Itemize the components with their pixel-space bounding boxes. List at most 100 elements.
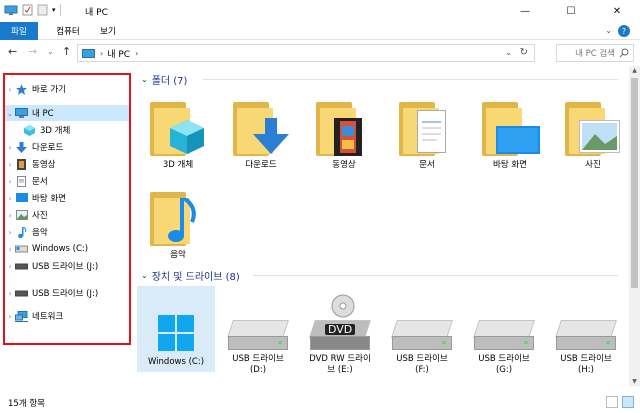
search-input[interactable]: 내 PC 검색 [556, 44, 634, 62]
up-button[interactable]: ↑ [62, 45, 71, 58]
drive-tile-windows-c[interactable]: Windows (C:) [137, 286, 215, 372]
usb-drive-icon [15, 261, 28, 272]
expand-ribbon-icon[interactable]: ⌄ [605, 26, 612, 35]
breadcrumb[interactable]: 내 PC [107, 47, 130, 60]
drive-tile-usb-f[interactable]: USB 드라이브 (F:) [383, 286, 461, 376]
close-button[interactable]: ✕ [594, 0, 640, 22]
chevron-right-icon[interactable]: › [5, 312, 15, 321]
content-scrollbar[interactable]: ▲ ▼ [629, 66, 640, 386]
address-dropdown-icon[interactable]: ⌄ [505, 48, 512, 57]
scrollbar-thumb[interactable] [631, 78, 638, 288]
scroll-up-icon[interactable]: ▲ [629, 67, 640, 74]
refresh-icon[interactable]: ↻ [520, 47, 528, 58]
breadcrumb-separator-icon[interactable]: › [135, 49, 138, 58]
chevron-right-icon[interactable]: › [5, 245, 15, 254]
folder-tile-music[interactable]: 음악 [139, 184, 217, 261]
sidebar-item-pictures[interactable]: › 사진 [5, 207, 129, 223]
title-bar: ▾ 내 PC — ☐ ✕ [0, 0, 640, 22]
folder-icon [563, 100, 623, 156]
minimize-button[interactable]: — [502, 0, 548, 22]
tile-label: 다운로드 [245, 160, 277, 170]
folder-icon [480, 100, 540, 156]
chevron-right-icon[interactable]: › [5, 143, 15, 152]
sidebar-item-label: Windows (C:) [32, 244, 89, 254]
tab-view[interactable]: 보기 [92, 22, 124, 40]
forward-button[interactable]: → [28, 45, 37, 58]
status-bar: 15개 항목 [0, 392, 640, 413]
folder-tile-desktop[interactable]: 바탕 화면 [471, 94, 549, 171]
folder-tile-downloads[interactable]: 다운로드 [222, 94, 300, 171]
sidebar-item-windows-c[interactable]: › Windows (C:) [5, 241, 129, 257]
recent-locations-button[interactable]: ⌄ [47, 47, 54, 56]
sidebar-item-label: 다운로드 [32, 143, 64, 153]
sidebar-item-quick-access[interactable]: › 바로 가기 [5, 81, 129, 97]
sidebar-item-label: 네트워크 [32, 312, 64, 322]
pc-icon [4, 5, 18, 15]
chevron-right-icon[interactable]: › [5, 211, 15, 220]
tile-label: 3D 개체 [162, 160, 194, 170]
tab-computer[interactable]: 컴퓨터 [48, 22, 88, 40]
sidebar-item-documents[interactable]: › 문서 [5, 173, 129, 189]
document-icon [15, 175, 28, 187]
tab-file[interactable]: 파일 [0, 22, 38, 40]
tile-label: USB 드라이브 (G:) [478, 354, 530, 375]
sidebar-item-this-pc[interactable]: ⌄ 내 PC [5, 105, 129, 121]
folders-group-header[interactable]: ⌄ 폴더 (7) [141, 72, 621, 87]
folder-tile-videos[interactable]: 동영상 [305, 94, 383, 171]
sidebar-item-label: 음악 [32, 228, 48, 238]
chevron-right-icon[interactable]: › [5, 289, 15, 298]
download-icon [15, 141, 28, 153]
chevron-right-icon[interactable]: › [5, 85, 15, 94]
windows-logo-icon [158, 315, 194, 351]
folder-icon [231, 100, 291, 156]
chevron-right-icon[interactable]: › [5, 160, 15, 169]
download-icon [253, 118, 289, 154]
maximize-button[interactable]: ☐ [548, 0, 594, 22]
drives-group-header[interactable]: ⌄ 장치 및 드라이브 (8) [141, 268, 621, 283]
chevron-right-icon[interactable]: › [5, 228, 15, 237]
large-icons-view-icon[interactable] [622, 396, 634, 408]
chevron-down-icon[interactable]: ⌄ [141, 271, 148, 280]
sidebar-item-desktop[interactable]: › 바탕 화면 [5, 190, 129, 206]
folder-tile-documents[interactable]: 문서 [388, 94, 466, 171]
details-view-icon[interactable] [606, 396, 618, 408]
sidebar-item-3d-objects[interactable]: 3D 개체 [5, 122, 129, 138]
item-count: 15개 항목 [8, 399, 45, 409]
chevron-right-icon[interactable]: › [5, 262, 15, 271]
folder-icon [148, 190, 208, 246]
sidebar-item-usb-j-root[interactable]: › USB 드라이브 (J:) [5, 285, 129, 301]
chevron-right-icon[interactable]: › [5, 194, 15, 203]
address-bar[interactable]: › 내 PC › ⌄ ↻ [77, 44, 535, 62]
new-folder-icon[interactable] [37, 4, 48, 16]
tile-label: USB 드라이브 (H:) [560, 354, 612, 375]
back-button[interactable]: ← [8, 45, 17, 58]
folder-icon [148, 100, 208, 156]
navigation-pane: › 바로 가기 ⌄ 내 PC 3D 개체 › 다운로드 › 동영상 › 문서 ›… [3, 73, 131, 345]
sidebar-scrollbar[interactable] [0, 375, 133, 385]
drive-tile-usb-g[interactable]: USB 드라이브 (G:) [465, 286, 543, 376]
chevron-right-icon[interactable]: › [5, 177, 15, 186]
hard-drive-icon [226, 320, 290, 350]
sidebar-item-music[interactable]: › 음악 [5, 224, 129, 240]
search-icon [619, 48, 629, 58]
sidebar-item-usb-j[interactable]: › USB 드라이브 (J:) [5, 258, 129, 274]
chevron-down-icon[interactable]: ⌄ [141, 75, 148, 84]
drive-tile-usb-d[interactable]: USB 드라이브 (D:) [219, 286, 297, 376]
pc-icon [82, 48, 95, 58]
scroll-down-icon[interactable]: ▼ [629, 378, 640, 385]
folder-tile-3d-objects[interactable]: 3D 개체 [139, 94, 217, 171]
folder-tile-pictures[interactable]: 사진 [554, 94, 632, 171]
windows-drive-icon [15, 244, 28, 255]
help-icon[interactable]: ? [618, 25, 630, 37]
properties-icon[interactable] [22, 4, 33, 16]
quick-access-toolbar: ▾ [4, 4, 61, 16]
drive-tile-usb-h[interactable]: USB 드라이브 (H:) [547, 286, 625, 376]
sidebar-item-downloads[interactable]: › 다운로드 [5, 139, 129, 155]
pictures-icon [15, 210, 28, 221]
chevron-down-icon[interactable]: ⌄ [5, 109, 15, 118]
breadcrumb-separator-icon[interactable]: › [100, 49, 103, 58]
sidebar-item-videos[interactable]: › 동영상 [5, 156, 129, 172]
drive-tile-dvd-e[interactable]: DVD DVD RW 드라이 브 (E:) [301, 286, 379, 376]
customize-toolbar-icon[interactable]: ▾ [52, 6, 56, 14]
sidebar-item-network[interactable]: › 네트워크 [5, 308, 129, 324]
